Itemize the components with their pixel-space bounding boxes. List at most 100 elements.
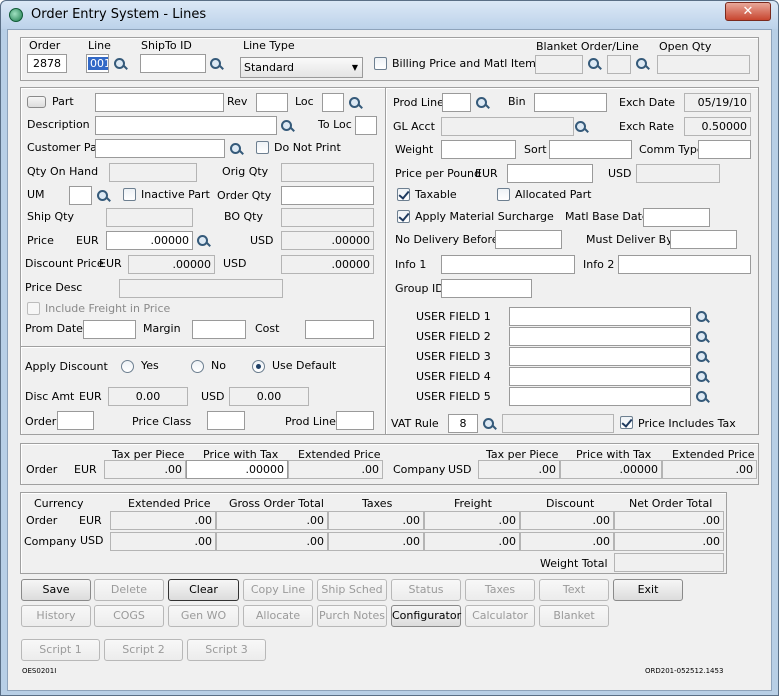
um-search-icon[interactable] <box>96 189 110 203</box>
save-button[interactable]: Save <box>21 579 91 601</box>
cogs-button[interactable]: COGS <box>94 605 164 627</box>
nodelivery-field[interactable] <box>495 230 562 249</box>
part-field[interactable] <box>95 93 224 112</box>
calculator-button[interactable]: Calculator <box>465 605 535 627</box>
freight-checkbox[interactable] <box>27 302 40 315</box>
surcharge-checkbox[interactable] <box>397 210 410 223</box>
glacct-search-icon[interactable] <box>574 120 588 134</box>
custpart-search-icon[interactable] <box>229 142 243 156</box>
status-button[interactable]: Status <box>391 579 461 601</box>
ppp-eur-field[interactable] <box>507 164 593 183</box>
line-search-icon[interactable] <box>113 57 127 71</box>
description-field[interactable] <box>95 116 277 135</box>
ppp-usd-label: USD <box>608 167 632 180</box>
boqty-field <box>281 208 374 227</box>
margin-field[interactable] <box>192 320 246 339</box>
orderqty-label: Order Qty <box>217 189 272 202</box>
discount-yes-radio[interactable] <box>121 360 134 373</box>
uf2-search-icon[interactable] <box>695 330 709 344</box>
exit-button[interactable]: Exit <box>613 579 683 601</box>
prodline-search-icon[interactable] <box>475 96 489 110</box>
billing-checkbox[interactable] <box>374 57 387 70</box>
uf3-search-icon[interactable] <box>695 350 709 364</box>
sort-field[interactable] <box>549 140 632 159</box>
order-field[interactable]: 2878 <box>27 54 67 73</box>
price-search-icon[interactable] <box>196 234 210 248</box>
disc-order-field[interactable] <box>57 411 94 430</box>
configurator-button[interactable]: Configurator <box>391 605 461 627</box>
priceincl-checkbox[interactable] <box>620 416 633 429</box>
discprice-eur-label: EUR <box>99 257 122 270</box>
script1-button[interactable]: Script 1 <box>21 639 100 661</box>
uf4-field[interactable] <box>509 367 691 386</box>
part-picker-button[interactable] <box>27 96 46 108</box>
blanket-button[interactable]: Blanket <box>539 605 609 627</box>
taxable-checkbox[interactable] <box>397 188 410 201</box>
clear-button[interactable]: Clear <box>168 579 239 601</box>
allocate-button[interactable]: Allocate <box>243 605 313 627</box>
glacct-field[interactable] <box>441 117 574 136</box>
blanket-order-field[interactable] <box>535 55 583 74</box>
um-field[interactable] <box>69 186 92 205</box>
loc-field[interactable] <box>322 93 344 112</box>
vatrule-field[interactable]: 8 <box>448 414 478 433</box>
orderqty-field[interactable] <box>281 186 374 205</box>
purch-notes-button[interactable]: Purch Notes <box>317 605 387 627</box>
allocated-checkbox[interactable] <box>497 188 510 201</box>
inactive-checkbox[interactable] <box>123 188 136 201</box>
donotprint-checkbox[interactable] <box>256 141 269 154</box>
shipto-search-icon[interactable] <box>209 57 223 71</box>
shipto-label: ShipTo ID <box>141 39 192 52</box>
disc-prodline-field[interactable] <box>336 411 374 430</box>
blanket-order-search-icon[interactable] <box>587 57 601 71</box>
info2-field[interactable] <box>618 255 751 274</box>
uf3-field[interactable] <box>509 347 691 366</box>
rev-field[interactable] <box>256 93 288 112</box>
uf5-search-icon[interactable] <box>695 390 709 404</box>
bin-field[interactable] <box>534 93 607 112</box>
gen-wo-button[interactable]: Gen WO <box>168 605 239 627</box>
commtype-field[interactable] <box>698 140 751 159</box>
uf5-field[interactable] <box>509 387 691 406</box>
line-field[interactable]: 001 <box>86 54 109 73</box>
script2-button[interactable]: Script 2 <box>104 639 183 661</box>
weight-field[interactable] <box>441 140 516 159</box>
groupid-field[interactable] <box>441 279 532 298</box>
taxes-button[interactable]: Taxes <box>465 579 535 601</box>
mustdeliver-field[interactable] <box>670 230 737 249</box>
matlbase-field[interactable] <box>643 208 710 227</box>
blanket-line-field[interactable] <box>607 55 631 74</box>
uf1-field[interactable] <box>509 307 691 326</box>
discamt-eur-field: 0.00 <box>108 387 188 406</box>
history-button[interactable]: History <box>21 605 91 627</box>
close-button[interactable]: ✕ <box>725 2 771 21</box>
linetype-select[interactable]: Standard ▼ <box>240 57 363 78</box>
text-button[interactable]: Text <box>539 579 609 601</box>
uf4-search-icon[interactable] <box>695 370 709 384</box>
toloc-field[interactable] <box>355 116 377 135</box>
info1-field[interactable] <box>441 255 575 274</box>
shipto-field[interactable] <box>140 54 206 73</box>
blanket-line-search-icon[interactable] <box>635 57 649 71</box>
vatrule-search-icon[interactable] <box>482 417 496 431</box>
loc-search-icon[interactable] <box>348 96 362 110</box>
description-search-icon[interactable] <box>280 119 294 133</box>
cost-field[interactable] <box>305 320 374 339</box>
copy-line-button[interactable]: Copy Line <box>243 579 313 601</box>
promdate-field[interactable] <box>83 320 136 339</box>
price-eur-field[interactable]: .00000 <box>106 231 193 250</box>
delete-button[interactable]: Delete <box>94 579 164 601</box>
discount-default-radio[interactable] <box>252 360 265 373</box>
tax-comp-ext-field: .00 <box>662 460 757 479</box>
tax-order-pwt-field[interactable]: .00000 <box>186 460 288 479</box>
uf2-field[interactable] <box>509 327 691 346</box>
priceclass-field[interactable] <box>207 411 245 430</box>
script3-button[interactable]: Script 3 <box>187 639 266 661</box>
discount-no-radio[interactable] <box>191 360 204 373</box>
uf1-search-icon[interactable] <box>695 310 709 324</box>
ppp-usd-field <box>636 164 720 183</box>
ship-sched-button[interactable]: Ship Sched <box>317 579 387 601</box>
title-bar[interactable]: Order Entry System - Lines ✕ <box>1 1 778 29</box>
custpart-field[interactable] <box>95 139 225 158</box>
prodline-field[interactable] <box>442 93 471 112</box>
